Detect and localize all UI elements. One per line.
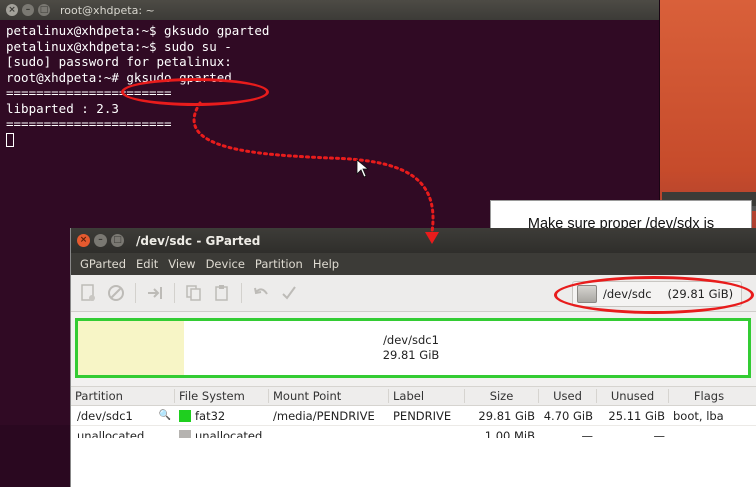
close-icon[interactable]: × xyxy=(77,234,90,247)
terminal-line: petalinux@xhdpeta:~$ gksudo gparted xyxy=(6,23,270,38)
partition-table: Partition File System Mount Point Label … xyxy=(71,386,756,446)
partition-name: /dev/sdc1 xyxy=(77,408,133,423)
undo-icon[interactable] xyxy=(252,284,270,302)
filesystem-name: fat32 xyxy=(195,408,226,423)
gparted-window[interactable]: × – □ /dev/sdc - GParted GParted Edit Vi… xyxy=(70,228,756,487)
filesystem-color-swatch xyxy=(179,410,191,422)
terminal-line: ====================== xyxy=(6,85,172,100)
partition-map[interactable]: /dev/sdc1 29.81 GiB xyxy=(75,318,751,378)
table-row[interactable]: /dev/sdc1 🔍 fat32 /media/PENDRIVE PENDRIV… xyxy=(71,406,756,426)
terminal-lower-edge xyxy=(0,425,70,487)
cell-unused: 25.11 GiB xyxy=(608,408,665,423)
menu-gparted[interactable]: GParted xyxy=(75,257,131,271)
column-header-filesystem[interactable]: File System xyxy=(175,389,269,403)
device-name: /dev/sdc xyxy=(603,287,652,301)
cell-flags: boot, lba xyxy=(673,408,724,423)
cell-label: PENDRIVE xyxy=(393,408,452,423)
maximize-icon[interactable]: □ xyxy=(111,234,124,247)
menu-bar: GParted Edit View Device Partition Help xyxy=(71,253,756,275)
column-header-mountpoint[interactable]: Mount Point xyxy=(269,389,389,403)
menu-help[interactable]: Help xyxy=(308,257,344,271)
toolbar: /dev/sdc (29.81 GiB) xyxy=(71,275,756,312)
map-partition-size: 29.81 GiB xyxy=(382,348,440,362)
delete-partition-icon[interactable] xyxy=(107,284,125,302)
new-partition-icon[interactable] xyxy=(79,284,97,302)
partition-used-area xyxy=(78,321,184,375)
terminal-title: root@xhdpeta: ~ xyxy=(60,3,155,17)
toolbar-separator xyxy=(174,283,175,303)
toolbar-separator xyxy=(241,283,242,303)
terminal-line: libparted : 2.3 xyxy=(6,100,119,116)
cell-partition: /dev/sdc1 🔍 xyxy=(71,409,175,423)
menu-device[interactable]: Device xyxy=(201,257,250,271)
terminal-line: [sudo] password for petalinux: xyxy=(6,54,232,69)
harddisk-icon xyxy=(577,285,597,303)
apply-icon[interactable] xyxy=(280,284,298,302)
column-header-used[interactable]: Used xyxy=(539,389,597,403)
terminal-cursor xyxy=(6,133,14,147)
terminal-line: root@xhdpeta:~# gksudo gparted xyxy=(6,69,232,85)
column-header-unused[interactable]: Unused xyxy=(597,389,669,403)
cell-size: 29.81 GiB xyxy=(478,408,535,423)
cell-mountpoint: /media/PENDRIVE xyxy=(273,408,375,423)
device-selector[interactable]: /dev/sdc (29.81 GiB) xyxy=(572,281,742,307)
gparted-titlebar[interactable]: × – □ /dev/sdc - GParted xyxy=(71,228,756,253)
close-icon[interactable]: × xyxy=(6,4,18,16)
minimize-icon[interactable]: – xyxy=(94,234,107,247)
mounted-key-icon: 🔍 xyxy=(158,410,171,421)
cell-filesystem: fat32 xyxy=(175,409,269,423)
column-header-partition[interactable]: Partition xyxy=(71,389,175,403)
toolbar-separator xyxy=(135,283,136,303)
cell-used: 4.70 GiB xyxy=(543,408,593,423)
terminal-output[interactable]: petalinux@xhdpeta:~$ gksudo gparted petal… xyxy=(0,20,659,150)
terminal-titlebar[interactable]: × – □ root@xhdpeta: ~ xyxy=(0,0,659,20)
resize-move-icon[interactable] xyxy=(146,284,164,302)
column-header-label[interactable]: Label xyxy=(389,389,465,403)
device-size: (29.81 GiB) xyxy=(667,287,734,301)
map-partition-name: /dev/sdc1 xyxy=(383,333,439,347)
terminal-line: ====================== xyxy=(6,116,172,131)
column-header-size[interactable]: Size xyxy=(465,389,539,403)
paste-icon[interactable] xyxy=(213,284,231,302)
minimize-icon[interactable]: – xyxy=(22,4,34,16)
terminal-line: petalinux@xhdpeta:~$ sudo su - xyxy=(6,38,232,54)
menu-edit[interactable]: Edit xyxy=(131,257,163,271)
menu-view[interactable]: View xyxy=(163,257,200,271)
menu-partition[interactable]: Partition xyxy=(250,257,308,271)
table-header: Partition File System Mount Point Label … xyxy=(71,386,756,406)
maximize-icon[interactable]: □ xyxy=(38,4,50,16)
partition-table-empty-area xyxy=(71,438,756,487)
gparted-title: /dev/sdc - GParted xyxy=(136,233,261,248)
column-header-flags[interactable]: Flags xyxy=(669,389,749,403)
partition-map-label: /dev/sdc1 29.81 GiB xyxy=(184,321,748,375)
copy-icon[interactable] xyxy=(185,284,203,302)
